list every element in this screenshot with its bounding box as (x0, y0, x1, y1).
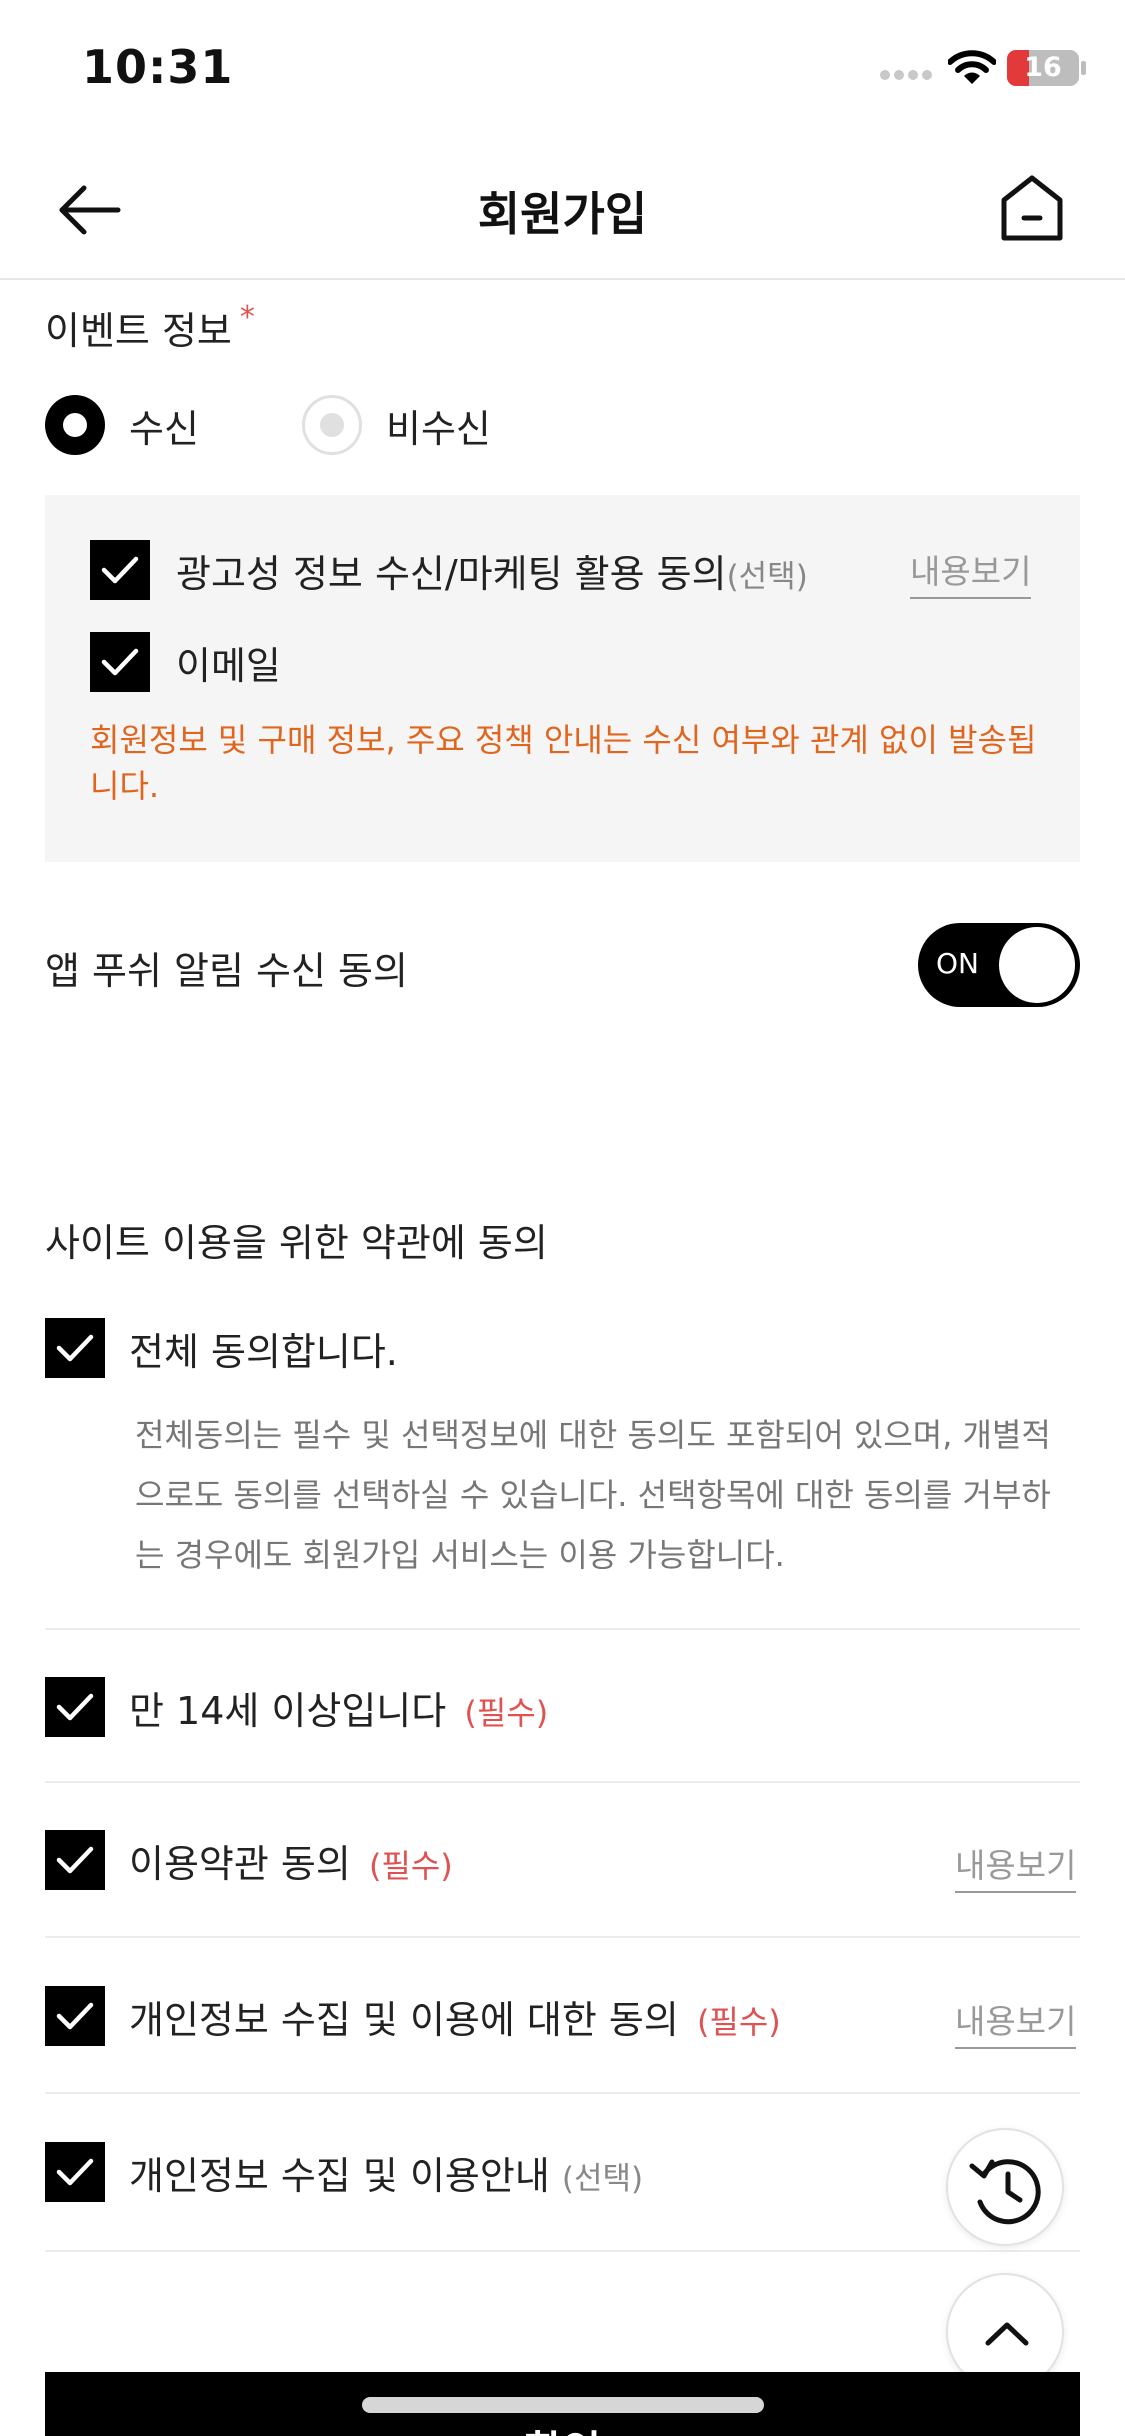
home-button[interactable] (990, 166, 1074, 250)
push-consent-label: 앱 푸쉬 알림 수신 동의 (45, 949, 408, 993)
marketing-consent-row[interactable]: 광고성 정보 수신/마케팅 활용 동의(선택) (90, 540, 808, 600)
required-mark: * (239, 300, 255, 335)
terms-item-age[interactable]: 만 14세 이상입니다 (필수) (45, 1677, 548, 1737)
privacy-label: 개인정보 수집 및 이용에 대한 동의 (필수) (129, 1989, 781, 2044)
radio-reject-label: 비수신 (386, 406, 491, 451)
checkmark-icon (56, 2158, 94, 2186)
recent-history-button[interactable] (946, 2128, 1064, 2246)
page-title: 회원가입 (477, 187, 648, 241)
push-toggle[interactable]: ON (918, 923, 1080, 1007)
marketing-consent-label: 광고성 정보 수신/마케팅 활용 동의(선택) (176, 543, 808, 598)
terms-section-title: 사이트 이용을 위한 약관에 동의 (45, 1221, 548, 1265)
checkmark-icon (56, 1334, 94, 1362)
signal-icon (880, 70, 934, 82)
notice-text: 회원정보 및 구매 정보, 주요 정책 안내는 수신 여부와 관계 없이 발송됩… (90, 721, 1037, 805)
marketing-consent-box: 광고성 정보 수신/마케팅 활용 동의(선택) 내용보기 이메일 회원정보 및 … (45, 495, 1080, 862)
privacy-guide-text: 개인정보 수집 및 이용안내 (129, 2153, 550, 2198)
divider (45, 1628, 1080, 1630)
event-info-title: 이벤트 정보 (45, 309, 232, 353)
checkmark-icon (56, 2002, 94, 2030)
radio-unselected-icon (302, 395, 362, 455)
age-checkbox[interactable] (45, 1677, 105, 1737)
confirm-label: 확인 (45, 2418, 1080, 2436)
checkmark-icon (101, 648, 139, 676)
checkmark-icon (101, 556, 139, 584)
required-tag: (필수) (464, 1693, 549, 1732)
wifi-icon (947, 50, 997, 86)
privacy-guide-checkbox[interactable] (45, 2142, 105, 2202)
radio-reject[interactable]: 비수신 (302, 395, 491, 455)
tos-checkbox[interactable] (45, 1830, 105, 1890)
privacy-text: 개인정보 수집 및 이용에 대한 동의 (129, 1997, 679, 2042)
optional-tag: (선택) (561, 2160, 644, 2197)
terms-item-privacy[interactable]: 개인정보 수집 및 이용에 대한 동의 (필수) (45, 1986, 781, 2046)
privacy-checkbox[interactable] (45, 1986, 105, 2046)
home-icon (1001, 175, 1063, 241)
tos-text: 이용약관 동의 (129, 1841, 351, 1886)
optional-tag: (선택) (726, 558, 808, 595)
history-icon (969, 2159, 1041, 2225)
toggle-on-label: ON (936, 947, 979, 980)
battery-level: 16 (1024, 52, 1062, 83)
checkmark-icon (56, 1846, 94, 1874)
battery-icon: 16 (1007, 50, 1079, 86)
agree-all-checkbox[interactable] (45, 1318, 105, 1378)
email-checkbox[interactable] (90, 632, 150, 692)
radio-receive[interactable]: 수신 (45, 395, 199, 455)
tos-view-link[interactable]: 내용보기 (955, 1839, 1077, 1893)
divider (45, 1781, 1080, 1783)
radio-receive-label: 수신 (129, 406, 199, 451)
marketing-consent-text: 광고성 정보 수신/마케팅 활용 동의 (176, 551, 727, 596)
agree-all-label: 전체 동의합니다. (129, 1329, 398, 1374)
radio-selected-icon (45, 395, 105, 455)
divider (45, 2250, 1080, 2252)
status-time: 10:31 (82, 40, 234, 94)
agree-all-row[interactable]: 전체 동의합니다. (45, 1318, 398, 1378)
marketing-checkbox[interactable] (90, 540, 150, 600)
divider (45, 1936, 1080, 1938)
privacy-view-link[interactable]: 내용보기 (955, 1995, 1077, 2049)
age-label: 만 14세 이상입니다 (필수) (129, 1680, 548, 1735)
toggle-knob (999, 927, 1075, 1003)
email-label: 이메일 (176, 643, 281, 688)
email-consent-row[interactable]: 이메일 (90, 632, 281, 692)
required-tag: (필수) (696, 2002, 781, 2041)
age-text: 만 14세 이상입니다 (129, 1688, 447, 1733)
tos-label: 이용약관 동의 (필수) (129, 1833, 453, 1888)
view-details-link[interactable]: 내용보기 (910, 545, 1032, 599)
event-info-label: 이벤트 정보 * (45, 300, 255, 355)
battery-cap (1081, 61, 1086, 75)
agree-all-description: 전체동의는 필수 및 선택정보에 대한 동의도 포함되어 있으며, 개별적으로도… (135, 1416, 1051, 1574)
checkmark-icon (56, 1693, 94, 1721)
privacy-guide-label: 개인정보 수집 및 이용안내 (선택) (129, 2145, 643, 2200)
status-bar: 10:31 16 (0, 0, 1125, 140)
navigation-bar: 회원가입 (0, 140, 1125, 280)
required-tag: (필수) (368, 1846, 453, 1885)
divider (45, 2092, 1080, 2094)
home-indicator (362, 2397, 764, 2413)
terms-item-tos[interactable]: 이용약관 동의 (필수) (45, 1830, 453, 1890)
terms-item-privacy-guide[interactable]: 개인정보 수집 및 이용안내 (선택) (45, 2142, 643, 2202)
